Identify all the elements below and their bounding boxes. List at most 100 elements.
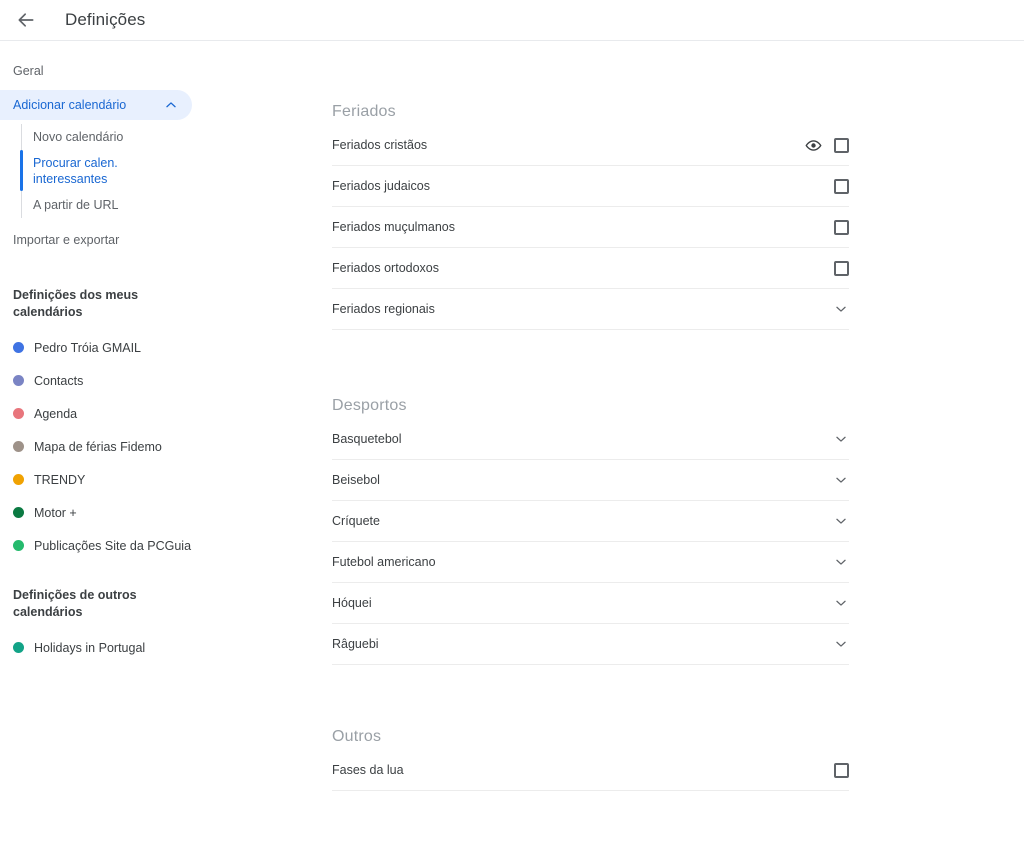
row-controls [832,553,849,571]
section-feriados: Feriados Feriados cristãos Feriados juda… [332,41,849,330]
row-label: Beisebol [332,473,832,487]
row-label: Hóquei [332,596,832,610]
row-beisebol[interactable]: Beisebol [332,460,849,501]
calendar-color-dot [13,375,24,386]
checkbox-feriados-ortodoxos[interactable] [834,261,849,276]
other-calendars-heading: Definições de outros calendários [0,587,153,621]
sidebar-item-label: Adicionar calendário [13,98,126,112]
section-title: Outros [332,728,849,746]
row-label: Feriados cristãos [332,138,804,152]
section-title: Desportos [332,397,849,415]
list-item[interactable]: Mapa de férias Fidemo [0,430,300,463]
sidebar-item-novo-calendario[interactable]: Novo calendário [33,124,300,150]
section-title: Feriados [332,103,849,121]
row-label: Feriados judaicos [332,179,834,193]
sidebar-item-importar-exportar[interactable]: Importar e exportar [0,226,300,254]
list-item[interactable]: Publicações Site da PCGuia [0,529,300,562]
row-futebol-americano[interactable]: Futebol americano [332,542,849,583]
calendar-color-dot [13,474,24,485]
sidebar-item-label: A partir de URL [33,198,118,212]
row-feriados-regionais[interactable]: Feriados regionais [332,289,849,330]
calendar-name: Agenda [34,407,77,421]
row-controls [832,512,849,530]
row-label: Feriados muçulmanos [332,220,834,234]
sidebar-item-label: Novo calendário [33,130,123,144]
calendar-color-dot [13,342,24,353]
row-feriados-cristaos[interactable]: Feriados cristãos [332,125,849,166]
row-feriados-ortodoxos[interactable]: Feriados ortodoxos [332,248,849,289]
list-item[interactable]: Contacts [0,364,300,397]
row-feriados-judaicos[interactable]: Feriados judaicos [332,166,849,207]
section-spacer [332,330,1024,397]
calendar-name: Contacts [34,374,83,388]
list-item[interactable]: Agenda [0,397,300,430]
row-label: Feriados ortodoxos [332,261,834,275]
row-basquetebol[interactable]: Basquetebol [332,419,849,460]
checkbox-feriados-cristaos[interactable] [834,138,849,153]
my-calendars-heading: Definições dos meus calendários [0,287,153,321]
list-item[interactable]: Motor + [0,496,300,529]
sidebar-item-procurar-calendarios[interactable]: Procurar calen. interessantes [33,150,125,192]
arrow-left-icon [16,10,36,30]
row-controls [832,300,849,318]
my-calendars-list: Pedro Tróia GMAIL Contacts Agenda Mapa d… [0,331,300,562]
row-feriados-muculmanos[interactable]: Feriados muçulmanos [332,207,849,248]
chevron-down-icon[interactable] [832,300,850,318]
row-label: Râguebi [332,637,832,651]
chevron-down-icon[interactable] [832,430,850,448]
chevron-down-icon[interactable] [832,471,850,489]
sidebar-item-label: Geral [13,64,44,78]
row-controls [834,179,849,194]
sidebar-item-label: Importar e exportar [13,233,119,247]
row-fases-da-lua[interactable]: Fases da lua [332,750,849,791]
other-calendars-list: Holidays in Portugal [0,631,300,664]
sidebar-item-label: Procurar calen. interessantes [33,156,118,186]
sidebar: Geral Adicionar calendário Novo calendár… [0,41,300,664]
chevron-down-icon[interactable] [832,594,850,612]
calendar-color-dot [13,408,24,419]
row-label: Basquetebol [332,432,832,446]
row-label: Críquete [332,514,832,528]
chevron-down-icon[interactable] [832,553,850,571]
row-label: Feriados regionais [332,302,832,316]
app-header: Definições [0,0,1024,41]
checkbox-feriados-judaicos[interactable] [834,179,849,194]
list-item[interactable]: TRENDY [0,463,300,496]
calendar-name: TRENDY [34,473,85,487]
row-controls [832,594,849,612]
row-controls [832,430,849,448]
row-controls [832,471,849,489]
main-content: Feriados Feriados cristãos Feriados juda… [300,41,1024,791]
chevron-down-icon[interactable] [832,635,850,653]
row-controls [834,261,849,276]
checkbox-fases-da-lua[interactable] [834,763,849,778]
sidebar-item-a-partir-de-url[interactable]: A partir de URL [33,192,300,218]
row-controls [804,136,849,154]
sidebar-item-adicionar-calendario[interactable]: Adicionar calendário [0,90,192,120]
calendar-name: Pedro Tróia GMAIL [34,341,141,355]
sidebar-subnav: Novo calendário Procurar calen. interess… [0,124,300,218]
subnav-active-indicator [20,150,23,191]
calendar-name: Motor + [34,506,77,520]
list-item[interactable]: Pedro Tróia GMAIL [0,331,300,364]
back-button[interactable] [6,0,46,40]
section-spacer [332,665,1024,728]
section-desportos: Desportos Basquetebol Beisebol C [332,397,849,665]
row-criquete[interactable]: Críquete [332,501,849,542]
chevron-down-icon[interactable] [832,512,850,530]
eye-icon[interactable] [804,136,822,154]
checkbox-feriados-muculmanos[interactable] [834,220,849,235]
calendar-color-dot [13,540,24,551]
calendar-name: Mapa de férias Fidemo [34,440,162,454]
chevron-up-icon [164,98,178,112]
row-raguebi[interactable]: Râguebi [332,624,849,665]
row-controls [834,763,849,778]
section-outros: Outros Fases da lua [332,728,849,791]
sidebar-item-geral[interactable]: Geral [0,57,300,85]
row-label: Futebol americano [332,555,832,569]
row-controls [832,635,849,653]
row-hoquei[interactable]: Hóquei [332,583,849,624]
calendar-color-dot [13,642,24,653]
calendar-color-dot [13,507,24,518]
list-item[interactable]: Holidays in Portugal [0,631,300,664]
